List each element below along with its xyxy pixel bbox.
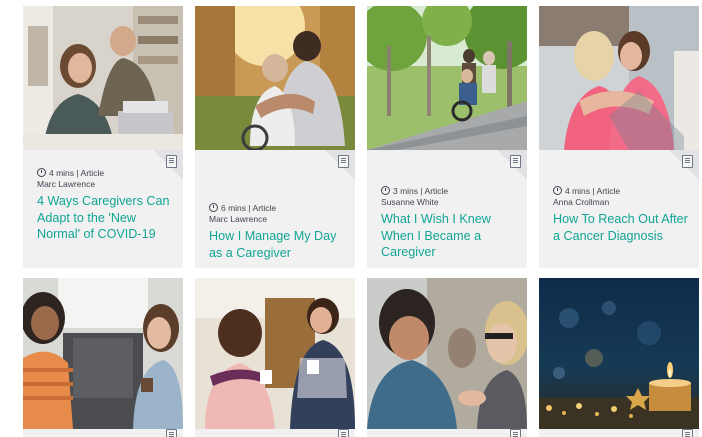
meta-separator: |: [76, 168, 79, 178]
article-meta: 3 mins | Article Susanne White: [381, 186, 517, 208]
content-type: Article: [596, 186, 621, 196]
article-card[interactable]: 6 mins | Article Marc Lawrence How I Man…: [195, 6, 355, 268]
article-meta: 4 mins | Article Anna Crollman: [553, 186, 689, 208]
article-image[interactable]: [539, 6, 699, 150]
read-time: 4 mins: [49, 168, 75, 178]
article-image[interactable]: [23, 278, 183, 429]
clock-icon: [37, 168, 46, 177]
clock-icon: [553, 186, 562, 195]
article-image[interactable]: [539, 278, 699, 429]
article-title-link[interactable]: 4 Ways Caregivers Can Adapt to the 'New …: [37, 193, 175, 243]
clock-icon: [381, 186, 390, 195]
article-card[interactable]: [367, 278, 527, 437]
article-image[interactable]: [23, 6, 183, 150]
article-icon: [682, 155, 693, 168]
meta-separator: |: [420, 186, 423, 196]
content-type: Article: [252, 203, 277, 213]
article-icon: [338, 155, 349, 168]
article-title-link[interactable]: How I Manage My Day as a Caregiver: [209, 228, 347, 261]
article-title-link[interactable]: What I Wish I Knew When I Became a Careg…: [381, 211, 519, 261]
content-type: Article: [424, 186, 449, 196]
article-card[interactable]: [539, 278, 699, 437]
article-icon: [510, 429, 521, 437]
article-icon: [166, 155, 177, 168]
article-card[interactable]: 4 mins | Article Marc Lawrence 4 Ways Ca…: [23, 6, 183, 268]
article-icon: [166, 429, 177, 437]
article-image[interactable]: [367, 6, 527, 150]
content-type: Article: [80, 168, 105, 178]
article-image[interactable]: [195, 6, 355, 150]
article-card[interactable]: [23, 278, 183, 437]
author-name: Marc Lawrence: [209, 214, 268, 224]
meta-separator: |: [592, 186, 595, 196]
article-card[interactable]: 4 mins | Article Anna Crollman How To Re…: [539, 6, 699, 268]
author-name: Anna Crollman: [553, 197, 610, 207]
article-icon: [510, 155, 521, 168]
article-meta: 6 mins | Article Marc Lawrence: [209, 203, 345, 225]
article-meta: 4 mins | Article Marc Lawrence: [37, 168, 173, 190]
article-card[interactable]: [195, 278, 355, 437]
article-grid: 4 mins | Article Marc Lawrence 4 Ways Ca…: [0, 0, 702, 437]
article-title-link[interactable]: How To Reach Out After a Cancer Diagnosi…: [553, 211, 691, 244]
author-name: Marc Lawrence: [37, 179, 96, 189]
meta-separator: |: [248, 203, 251, 213]
article-card[interactable]: 3 mins | Article Susanne White What I Wi…: [367, 6, 527, 268]
read-time: 6 mins: [221, 203, 247, 213]
clock-icon: [209, 203, 218, 212]
read-time: 3 mins: [393, 186, 419, 196]
article-icon: [682, 429, 693, 437]
read-time: 4 mins: [565, 186, 591, 196]
article-image[interactable]: [367, 278, 527, 429]
article-icon: [338, 429, 349, 437]
article-image[interactable]: [195, 278, 355, 429]
author-name: Susanne White: [381, 197, 439, 207]
